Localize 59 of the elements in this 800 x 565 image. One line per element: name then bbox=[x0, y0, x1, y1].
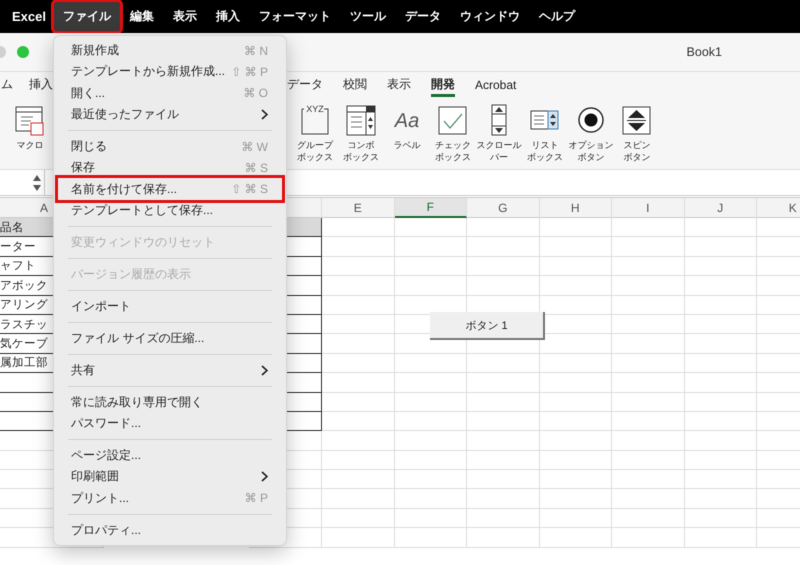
menu-bar-item[interactable]: 編集 bbox=[120, 2, 163, 31]
menu-bar-item[interactable]: 挿入 bbox=[206, 2, 249, 31]
chevron-icon bbox=[261, 471, 268, 482]
column-header[interactable]: H bbox=[540, 198, 612, 218]
column-header[interactable]: I bbox=[612, 198, 684, 218]
chevron-icon bbox=[261, 109, 268, 120]
column-header[interactable]: F bbox=[394, 198, 467, 218]
ribbon-label: ボタン bbox=[624, 151, 650, 163]
ribbon-tab[interactable]: 挿入 bbox=[29, 72, 53, 97]
ribbon-label: コンボ bbox=[348, 139, 374, 151]
menu-item[interactable]: 最近使ったファイル bbox=[58, 104, 282, 126]
menu-item[interactable]: 名前を付けて保存... ⇧ ⌘ S bbox=[58, 178, 282, 200]
menu-item[interactable]: 閉じる ⌘ W bbox=[58, 136, 282, 158]
column-header[interactable]: G bbox=[467, 198, 540, 218]
ribbon-tab[interactable]: 表示 bbox=[387, 72, 411, 97]
stepper-icon[interactable] bbox=[33, 174, 41, 192]
ribbon-label: バー bbox=[490, 151, 508, 163]
ribbon-label: マクロ bbox=[16, 139, 44, 151]
column-header[interactable]: K bbox=[757, 198, 800, 218]
ribbon-label: ラベル bbox=[394, 139, 420, 151]
ribbon-tab[interactable]: Acrobat bbox=[475, 72, 516, 97]
menu-item[interactable]: ページ設定... bbox=[58, 444, 282, 466]
menu-item[interactable]: プロパティ... bbox=[58, 520, 282, 541]
ribbon-label: ボックス bbox=[527, 151, 563, 163]
menu-item[interactable]: パスワード... bbox=[58, 412, 282, 434]
ribbon-label: ボタン bbox=[578, 151, 604, 163]
menu-item[interactable]: 印刷範囲 bbox=[58, 466, 282, 488]
form-button[interactable]: ボタン 1 bbox=[430, 312, 545, 340]
menu-item[interactable]: 常に読み取り専用で開く bbox=[58, 392, 282, 413]
menu-bar-item[interactable]: ヘルプ bbox=[530, 2, 584, 31]
ribbon-label: ボックス bbox=[343, 151, 379, 163]
menu-bar-item[interactable]: フォーマット bbox=[250, 2, 340, 31]
ribbon-label: ボックス bbox=[297, 151, 333, 163]
menu-item[interactable]: プリント... ⌘ P bbox=[58, 488, 282, 509]
ribbon-tab[interactable]: ム bbox=[1, 72, 13, 97]
column-header[interactable]: J bbox=[684, 198, 757, 218]
ribbon-label: スクロール bbox=[476, 139, 522, 151]
menu-item[interactable]: 開く... ⌘ O bbox=[58, 82, 282, 104]
menu-bar-item[interactable]: データ bbox=[396, 2, 450, 31]
menu-item[interactable]: 保存 ⌘ S bbox=[58, 157, 282, 178]
chevron-icon bbox=[261, 364, 268, 376]
menu-bar-item[interactable]: ファイル bbox=[54, 2, 120, 31]
window-title: Book1 bbox=[686, 45, 722, 59]
ribbon-label: チェック bbox=[435, 139, 471, 151]
label-icon[interactable]: Aa bbox=[391, 103, 423, 137]
menu-item[interactable]: テンプレートから新規作成... ⇧ ⌘ P bbox=[58, 61, 282, 83]
menu-bar-item[interactable]: ツール bbox=[340, 2, 395, 31]
menu-bar-item[interactable]: 表示 bbox=[164, 2, 206, 31]
app-name-menu[interactable]: Excel bbox=[12, 9, 46, 24]
ribbon-tab[interactable]: データ bbox=[287, 72, 323, 97]
ribbon-label: グループ bbox=[297, 139, 333, 151]
ribbon-label: スピン bbox=[624, 139, 650, 151]
menu-bar-item[interactable]: ウィンドウ bbox=[450, 2, 529, 31]
menu-item[interactable]: 新規作成 ⌘ N bbox=[58, 40, 282, 62]
ribbon-label: オプション bbox=[568, 139, 614, 151]
combo-box-icon[interactable] bbox=[345, 103, 377, 137]
ribbon-label: リスト bbox=[532, 139, 558, 151]
ribbon-label: ボックス bbox=[435, 151, 471, 163]
ribbon-tab[interactable]: 校閲 bbox=[343, 72, 367, 97]
